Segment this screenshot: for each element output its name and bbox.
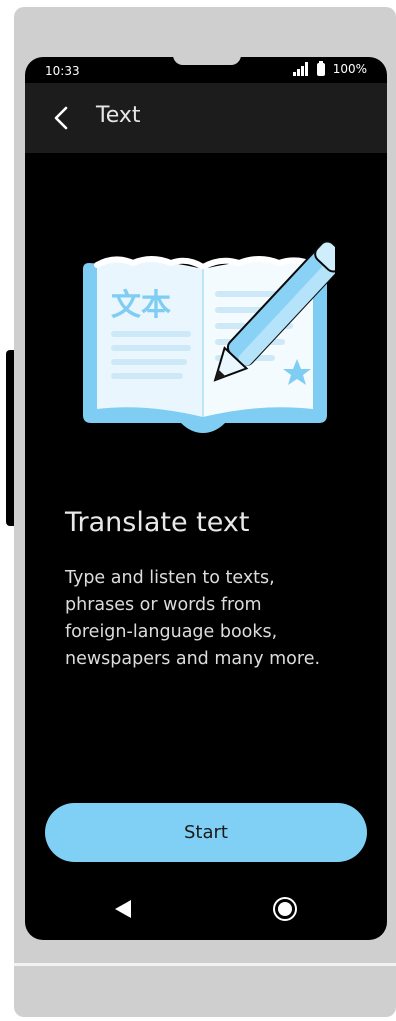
app-bar: Text: [25, 83, 387, 153]
nav-home-icon[interactable]: [272, 896, 298, 922]
signal-icon: [292, 62, 308, 76]
book-pencil-illustration: 文本: [83, 240, 335, 433]
nav-back-icon[interactable]: [113, 898, 133, 920]
page-title: Text: [96, 103, 141, 128]
status-bar: 10:33 100%: [25, 57, 387, 83]
book-left-page: [97, 260, 203, 417]
system-nav-bar: [25, 883, 387, 933]
back-arrow-icon[interactable]: [49, 105, 75, 131]
start-button[interactable]: Start: [45, 803, 367, 862]
feature-headline: Translate text: [65, 507, 250, 538]
book-glyphs: 文本: [111, 288, 171, 323]
battery-icon: [316, 60, 325, 76]
device-screen: 10:33 100% Text 文本 Translate text Type a…: [25, 57, 387, 940]
feature-description: Type and listen to texts, phrases or wor…: [65, 568, 321, 669]
device-chin-divider: [14, 963, 396, 966]
battery-percent: 100%: [332, 62, 367, 76]
side-button[interactable]: [6, 350, 14, 526]
status-time: 10:33: [45, 64, 80, 78]
status-indicators: 100%: [292, 60, 367, 76]
